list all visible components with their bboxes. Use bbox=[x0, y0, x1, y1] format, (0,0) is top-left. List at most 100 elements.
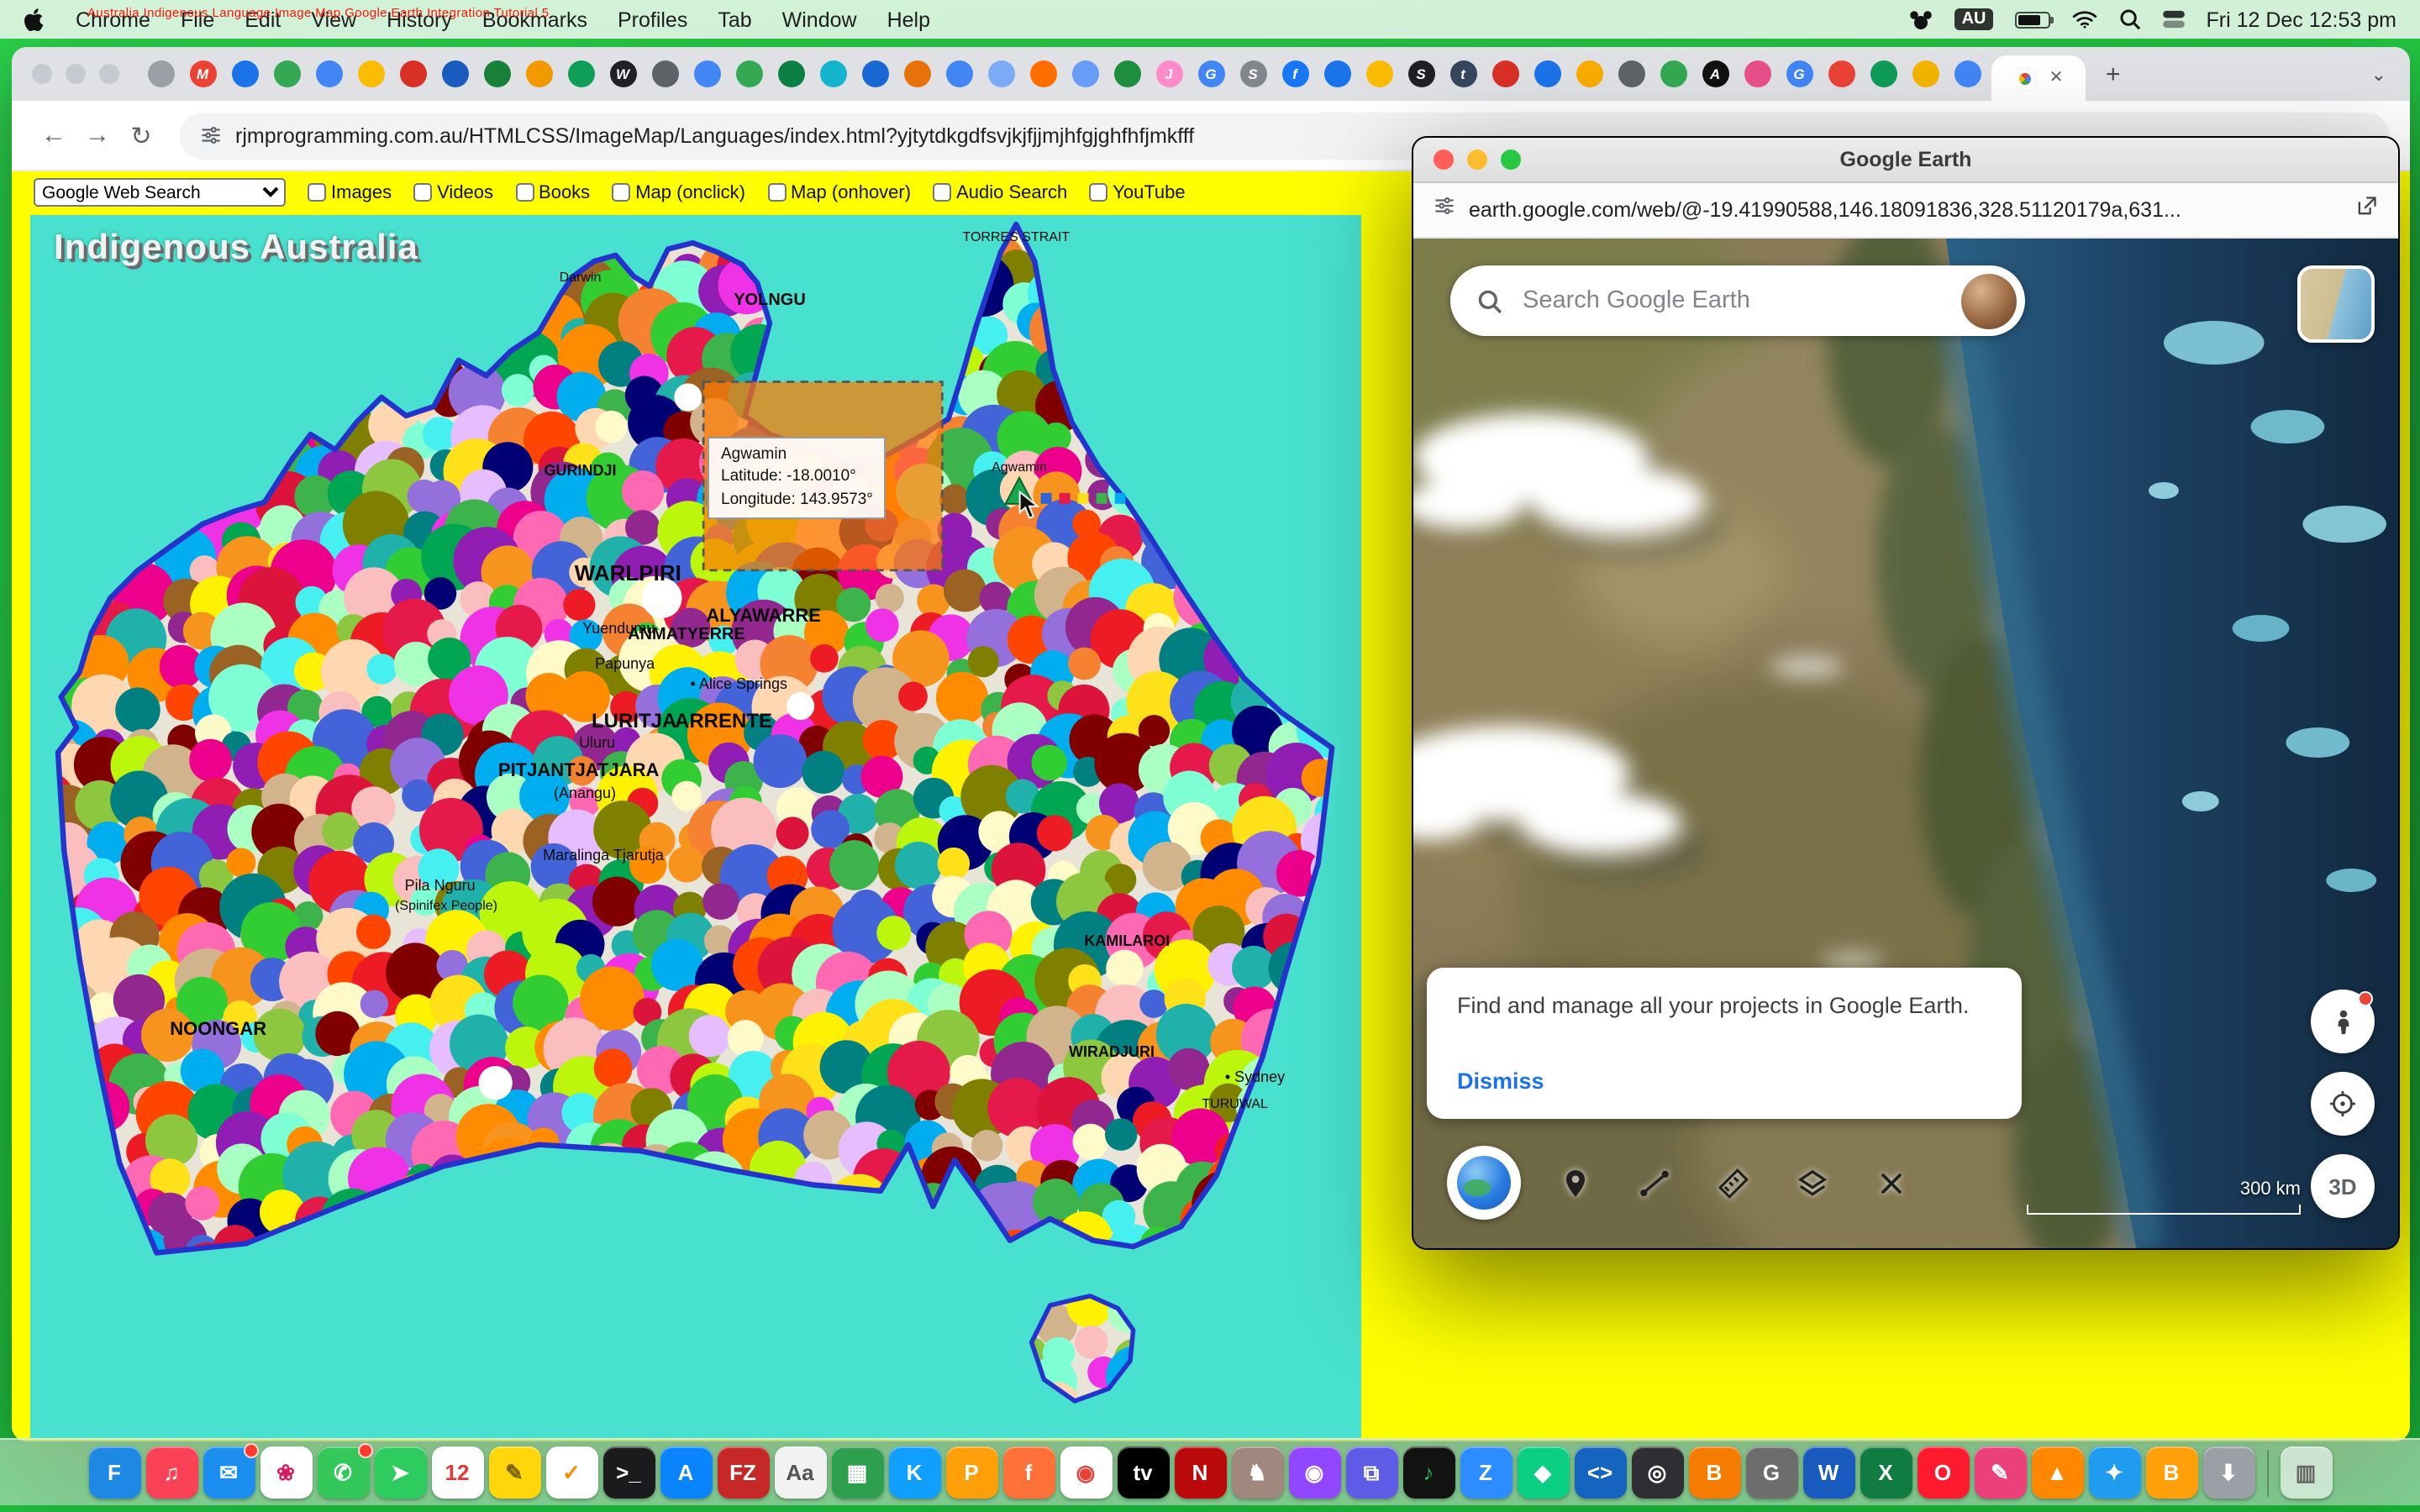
path-button[interactable] bbox=[1628, 1158, 1679, 1208]
pinned-tab[interactable] bbox=[560, 52, 602, 96]
pinned-tab[interactable] bbox=[854, 52, 896, 96]
close-window-button[interactable] bbox=[1434, 150, 1454, 170]
pinned-tab[interactable]: A bbox=[1694, 52, 1736, 96]
pinned-tab[interactable] bbox=[1022, 52, 1064, 96]
dock-app-apple-tv[interactable]: tv bbox=[1117, 1446, 1169, 1499]
pinned-tab[interactable] bbox=[1484, 52, 1526, 96]
search-option-checkbox[interactable]: Videos bbox=[413, 182, 493, 202]
dock-app-music[interactable]: ♫ bbox=[145, 1446, 197, 1499]
checkbox-input[interactable] bbox=[933, 183, 951, 202]
pinned-tab[interactable] bbox=[1946, 52, 1988, 96]
menubar-clock[interactable]: Fri 12 Dec 12:53 pm bbox=[2207, 8, 2397, 31]
search-option-checkbox[interactable]: YouTube bbox=[1089, 182, 1185, 202]
menubar-item[interactable]: Help bbox=[872, 8, 945, 31]
dock-app-mail[interactable]: ✉ bbox=[203, 1446, 255, 1499]
pinned-tab[interactable] bbox=[1316, 52, 1358, 96]
dock-app-textedit[interactable]: Aa bbox=[774, 1446, 826, 1499]
tab-close-icon[interactable]: ✕ bbox=[2049, 69, 2064, 87]
dock-app-spotify[interactable]: ♪ bbox=[1402, 1446, 1455, 1499]
pinned-tab[interactable] bbox=[1610, 52, 1652, 96]
window-controls[interactable] bbox=[32, 64, 119, 84]
pinned-tab[interactable] bbox=[644, 52, 686, 96]
pinned-tab[interactable]: M bbox=[182, 52, 224, 96]
pinned-tab[interactable] bbox=[518, 52, 560, 96]
pinned-tab[interactable] bbox=[308, 52, 350, 96]
wifi-icon[interactable] bbox=[2072, 10, 2097, 29]
dock-app-pixelmator[interactable]: ✎ bbox=[1974, 1446, 2026, 1499]
pinned-tab[interactable] bbox=[266, 52, 308, 96]
checkbox-input[interactable] bbox=[612, 183, 630, 202]
pinned-tab[interactable]: S bbox=[1232, 52, 1274, 96]
3d-toggle-button[interactable]: 3D bbox=[2311, 1154, 2375, 1218]
layers-button[interactable] bbox=[1786, 1158, 1837, 1208]
pinned-tab[interactable] bbox=[728, 52, 770, 96]
pinned-tab[interactable]: t bbox=[1442, 52, 1484, 96]
pegman-button[interactable] bbox=[2311, 990, 2375, 1053]
back-button[interactable]: ← bbox=[32, 113, 76, 157]
pinned-tab[interactable] bbox=[1358, 52, 1400, 96]
menubar-item[interactable]: Profiles bbox=[602, 8, 702, 31]
tab-search-chevron-icon[interactable]: ⌄ bbox=[2348, 63, 2410, 85]
dock-app-pages[interactable]: P bbox=[945, 1446, 997, 1499]
search-option-checkbox[interactable]: Audio Search bbox=[933, 182, 1067, 202]
dock-app-chrome[interactable]: ◉ bbox=[1060, 1446, 1112, 1499]
earth-address-bar[interactable]: earth.google.com/web/@-19.41990588,146.1… bbox=[1413, 183, 2398, 239]
pinned-tab[interactable] bbox=[434, 52, 476, 96]
dock-app-finder[interactable]: F bbox=[88, 1446, 140, 1499]
site-settings-icon[interactable] bbox=[1434, 195, 1455, 225]
dock-app-opera[interactable]: O bbox=[1917, 1446, 1969, 1499]
pinned-tab[interactable] bbox=[980, 52, 1022, 96]
earth-titlebar[interactable]: Google Earth bbox=[1413, 138, 2398, 183]
apple-menu[interactable] bbox=[0, 8, 60, 31]
pinned-tab[interactable]: G bbox=[1778, 52, 1820, 96]
pinned-tab[interactable] bbox=[1568, 52, 1610, 96]
checkbox-input[interactable] bbox=[1089, 183, 1107, 202]
dock-app-shortcuts[interactable]: ⧉ bbox=[1345, 1446, 1397, 1499]
search-option-checkbox[interactable]: Books bbox=[515, 182, 590, 202]
minimize-window-button[interactable] bbox=[66, 64, 86, 84]
dock-app-keynote[interactable]: K bbox=[888, 1446, 940, 1499]
dock-app-app-store[interactable]: A bbox=[660, 1446, 712, 1499]
pinned-tab[interactable] bbox=[1652, 52, 1694, 96]
spotlight-search-icon[interactable] bbox=[2119, 8, 2141, 30]
pinned-tab[interactable] bbox=[1064, 52, 1106, 96]
share-icon[interactable] bbox=[2354, 194, 2378, 226]
dock-app-excel[interactable]: X bbox=[1860, 1446, 1912, 1499]
minimize-window-button[interactable] bbox=[1467, 150, 1487, 170]
menu-extra-app-icon[interactable] bbox=[1910, 9, 1933, 29]
pinned-tab[interactable]: J bbox=[1148, 52, 1190, 96]
zoom-window-button[interactable] bbox=[1501, 150, 1521, 170]
dock-app-messages[interactable]: ✆ bbox=[317, 1446, 369, 1499]
pinned-tab[interactable] bbox=[476, 52, 518, 96]
overview-minimap[interactable] bbox=[2297, 265, 2375, 343]
dock-app-vscode[interactable]: <> bbox=[1574, 1446, 1626, 1499]
tools-button[interactable] bbox=[1865, 1158, 1916, 1208]
dock-app-vlc[interactable]: ▲ bbox=[2031, 1446, 2083, 1499]
dock-app-zoom[interactable]: Z bbox=[1460, 1446, 1512, 1499]
reload-button[interactable]: ↻ bbox=[119, 113, 163, 157]
search-option-checkbox[interactable]: Map (onclick) bbox=[612, 182, 745, 202]
dock-app-reminders[interactable]: ✓ bbox=[545, 1446, 597, 1499]
dock-app-netflix[interactable]: N bbox=[1174, 1446, 1226, 1499]
zoom-window-button[interactable] bbox=[99, 64, 119, 84]
input-source-indicator[interactable]: AU bbox=[1955, 8, 1993, 30]
pinned-tab[interactable] bbox=[224, 52, 266, 96]
search-engine-select[interactable]: Google Web Search bbox=[34, 178, 286, 207]
pinned-tab[interactable] bbox=[1106, 52, 1148, 96]
search-option-checkbox[interactable]: Map (onhover) bbox=[767, 182, 911, 202]
dock-app-calendar[interactable]: 12 bbox=[431, 1446, 483, 1499]
pinned-tab[interactable] bbox=[812, 52, 854, 96]
pinned-tab[interactable]: f bbox=[1274, 52, 1316, 96]
dismiss-button[interactable]: Dismiss bbox=[1457, 1068, 1991, 1094]
dock-app-numbers[interactable]: ▦ bbox=[831, 1446, 883, 1499]
indigenous-australia-imagemap[interactable]: TORRES STRAITYOLNGUDarwinGURINDJIWARLPIR… bbox=[30, 215, 1361, 1438]
window-controls[interactable] bbox=[1434, 138, 1521, 181]
dock-app-bin[interactable]: ▥ bbox=[2280, 1446, 2332, 1499]
pinned-tab[interactable] bbox=[1736, 52, 1778, 96]
pinned-tab[interactable] bbox=[1526, 52, 1568, 96]
pinned-tab[interactable]: W bbox=[602, 52, 644, 96]
active-tab[interactable]: ✕ bbox=[1991, 55, 2086, 101]
pinned-tab[interactable] bbox=[686, 52, 728, 96]
menubar-item[interactable]: Window bbox=[767, 8, 872, 31]
control-center-icon[interactable] bbox=[2163, 10, 2185, 29]
